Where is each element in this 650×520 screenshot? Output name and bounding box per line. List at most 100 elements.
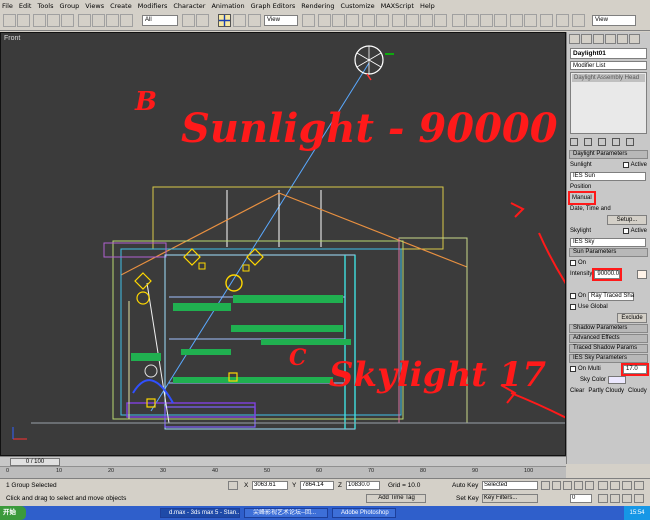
menu-create[interactable]: Create	[110, 2, 132, 10]
rect-select-icon[interactable]	[106, 14, 119, 27]
prev-frame-icon[interactable]	[552, 481, 561, 490]
zoom-icon[interactable]	[598, 481, 608, 490]
modify-tab-icon[interactable]	[581, 34, 592, 44]
menu-character[interactable]: Character	[173, 2, 205, 10]
render-type-icon[interactable]	[540, 14, 553, 27]
modifier-list-dropdown[interactable]: Modifier List	[570, 61, 647, 70]
rollout-shadow-parameters[interactable]: Shadow Parameters	[569, 324, 648, 333]
arc-rotate-icon[interactable]	[610, 494, 620, 503]
start-button[interactable]: 开始	[0, 506, 26, 520]
exclude-button[interactable]: Exclude	[617, 313, 647, 323]
add-time-tag-button[interactable]: Add Time Tag	[366, 494, 426, 503]
sky-color-swatch[interactable]	[608, 376, 627, 384]
sky-cloudy-radio[interactable]: Cloudy	[628, 386, 647, 396]
track-bar[interactable]: 0 10 20 30 40 50 60 70 80 90 100	[0, 466, 566, 478]
rollout-sun-parameters[interactable]: Sun Parameters	[569, 248, 648, 257]
curve-editor-icon[interactable]	[466, 14, 479, 27]
render-last-icon[interactable]	[556, 14, 569, 27]
hierarchy-tab-icon[interactable]	[593, 34, 604, 44]
axis-constraint-z-icon[interactable]	[346, 14, 359, 27]
time-slider-thumb[interactable]: 0 / 100	[10, 458, 60, 466]
undo-icon[interactable]	[3, 14, 16, 27]
axis-constraint-x-icon[interactable]	[318, 14, 331, 27]
sun-on-checkbox[interactable]	[570, 260, 576, 266]
angle-snap-icon[interactable]	[406, 14, 419, 27]
menu-edit[interactable]: Edit	[19, 2, 32, 10]
key-filters-button[interactable]: Key Filters...	[482, 494, 538, 503]
quick-render-icon[interactable]	[524, 14, 537, 27]
field-of-view-icon[interactable]	[622, 494, 632, 503]
redo-icon[interactable]	[17, 14, 30, 27]
render-scene-icon[interactable]	[510, 14, 523, 27]
select-object-icon[interactable]	[182, 14, 195, 27]
skylight-active-checkbox[interactable]	[622, 228, 629, 234]
next-frame-icon[interactable]	[574, 481, 583, 490]
menu-tools[interactable]: Tools	[37, 2, 53, 10]
auto-key-mode-dropdown[interactable]: Selected	[482, 481, 538, 490]
front-viewport[interactable]: Front B Sunlight - 90000 C Skylight 17	[0, 32, 566, 456]
select-and-move-icon[interactable]	[218, 14, 231, 27]
menu-group[interactable]: Group	[60, 2, 80, 10]
remove-modifier-icon[interactable]	[612, 138, 620, 146]
selection-filter-dropdown[interactable]: All	[142, 15, 178, 26]
sunlight-active-checkbox[interactable]	[622, 162, 629, 168]
named-selection-icon[interactable]	[452, 14, 465, 27]
align-icon[interactable]	[376, 14, 389, 27]
mirror-icon[interactable]	[362, 14, 375, 27]
use-global-checkbox[interactable]	[570, 304, 576, 310]
create-tab-icon[interactable]	[569, 34, 580, 44]
manual-radio[interactable]: Manual	[568, 191, 596, 205]
sky-multiplier-spinner[interactable]: 17.0	[621, 362, 649, 376]
pin-stack-icon[interactable]	[570, 138, 578, 146]
select-and-rotate-icon[interactable]	[233, 14, 246, 27]
x-coordinate-field[interactable]: 3063.61	[252, 481, 288, 490]
window-crossing-icon[interactable]	[120, 14, 133, 27]
lock-selection-icon[interactable]	[228, 481, 238, 490]
object-name-field[interactable]: Daylight01	[570, 48, 647, 59]
goto-start-icon[interactable]	[541, 481, 550, 490]
utilities-tab-icon[interactable]	[629, 34, 640, 44]
axis-constraint-y-icon[interactable]	[332, 14, 345, 27]
modifier-stack-item[interactable]: Daylight Assembly Head	[572, 74, 645, 82]
reference-coordinate-dropdown[interactable]: View	[264, 15, 298, 26]
maximize-viewport-icon[interactable]	[634, 494, 644, 503]
snap-icon[interactable]	[392, 14, 405, 27]
taskbar-item-forum[interactable]: 尖峰影视艺术论坛--回...	[244, 508, 328, 518]
sky-clear-radio[interactable]: Clear	[570, 386, 584, 396]
percent-snap-icon[interactable]	[420, 14, 433, 27]
render-view-dropdown[interactable]: View	[592, 15, 636, 26]
link-icon[interactable]	[33, 14, 46, 27]
menu-modifiers[interactable]: Modifiers	[138, 2, 168, 10]
intensity-spinner[interactable]: 90000.0	[592, 267, 623, 281]
motion-tab-icon[interactable]	[605, 34, 616, 44]
display-tab-icon[interactable]	[617, 34, 628, 44]
zoom-all-icon[interactable]	[610, 481, 620, 490]
sun-color-swatch[interactable]	[637, 269, 647, 279]
select-icon[interactable]	[78, 14, 91, 27]
modifier-stack[interactable]: Daylight Assembly Head	[570, 72, 647, 134]
set-key-button[interactable]: Set Key	[456, 495, 479, 502]
sky-on-checkbox[interactable]	[570, 366, 576, 372]
goto-end-icon[interactable]	[585, 481, 594, 490]
unlink-icon[interactable]	[47, 14, 60, 27]
pivot-center-icon[interactable]	[302, 14, 315, 27]
rollout-advanced-effects[interactable]: Advanced Effects	[569, 334, 648, 343]
rollout-traced-shadow[interactable]: Traced Shadow Params	[569, 344, 648, 353]
make-unique-icon[interactable]	[598, 138, 606, 146]
rollout-daylight-parameters[interactable]: Daylight Parameters	[569, 150, 648, 159]
select-by-region-icon[interactable]	[196, 14, 209, 27]
zoom-extents-all-icon[interactable]	[634, 481, 644, 490]
zoom-extents-icon[interactable]	[622, 481, 632, 490]
z-coordinate-field[interactable]: 10830.0	[346, 481, 380, 490]
configure-sets-icon[interactable]	[626, 138, 634, 146]
date-time-radio[interactable]: Date, Time and	[570, 204, 611, 214]
schematic-view-icon[interactable]	[480, 14, 493, 27]
menu-rendering[interactable]: Rendering	[301, 2, 334, 10]
menu-help[interactable]: Help	[420, 2, 435, 10]
shadows-on-checkbox[interactable]	[570, 293, 576, 299]
sunlight-type-dropdown[interactable]: IES Sun	[570, 171, 646, 181]
time-slider[interactable]: 0 / 100	[0, 456, 566, 466]
rollout-ies-sky[interactable]: IES Sky Parameters	[569, 354, 648, 363]
current-frame-field[interactable]: 0	[570, 494, 592, 503]
menu-graph-editors[interactable]: Graph Editors	[251, 2, 296, 10]
